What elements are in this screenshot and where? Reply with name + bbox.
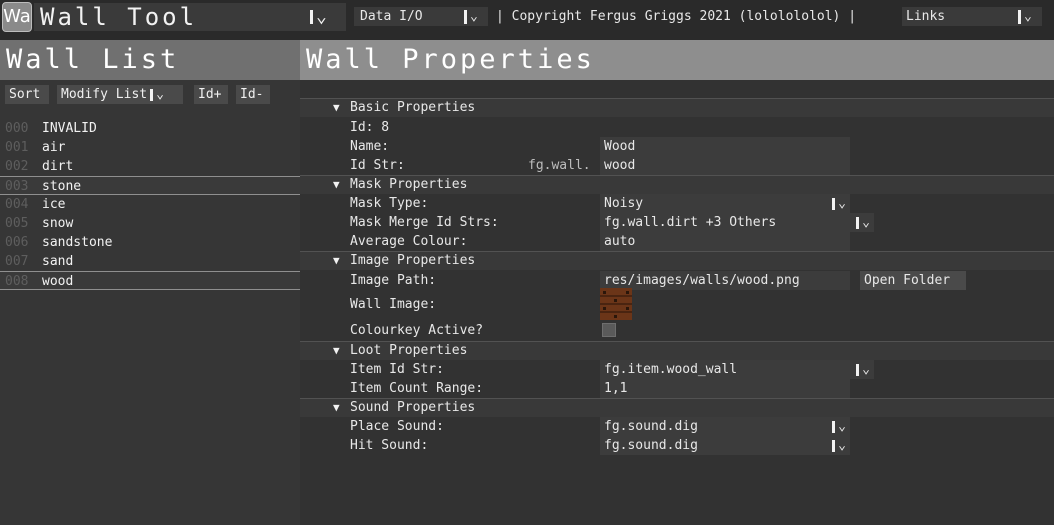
place-sound-label: Place Sound: [350, 419, 444, 434]
id-minus-button[interactable]: Id- [236, 85, 270, 104]
wall-list-item[interactable]: 003 stone [0, 176, 300, 195]
wall-id: 003 [5, 179, 29, 194]
item-count-range-field[interactable]: 1,1 [600, 379, 850, 398]
average-colour-label: Average Colour: [350, 234, 468, 249]
hit-sound-value: fg.sound.dig [604, 438, 698, 453]
wall-list-item[interactable]: 004 ice [0, 195, 300, 214]
item-id-str-label: Item Id Str: [350, 362, 444, 377]
wall-id: 000 [5, 121, 29, 136]
wall-image-preview [600, 288, 632, 320]
wall-list-item[interactable]: 001 air [0, 138, 300, 157]
section-label: Image Properties [350, 253, 476, 268]
image-path-label: Image Path: [350, 273, 437, 288]
hit-sound-label: Hit Sound: [350, 438, 429, 453]
chevron-down-icon[interactable]: ⌄ [464, 8, 478, 25]
mask-merge-select[interactable]: fg.wall.dirt +3 Others ⌄ [600, 213, 874, 232]
wall-name: INVALID [42, 121, 97, 136]
section-image-properties[interactable]: ▼ Image Properties [300, 251, 1054, 270]
id-plus-button[interactable]: Id+ [194, 85, 228, 104]
modify-list-label: Modify List [61, 87, 148, 102]
place-sound-value: fg.sound.dig [604, 419, 698, 434]
wall-list-item[interactable]: 007 sand [0, 252, 300, 271]
modify-list-combo[interactable]: Modify List ⌄ [57, 85, 183, 104]
wall-id: 004 [5, 197, 29, 212]
mask-merge-label: Mask Merge Id Strs: [350, 215, 499, 230]
id-str-field[interactable]: wood [600, 156, 850, 175]
chevron-down-icon: ▼ [333, 401, 340, 414]
wall-list-heading: Wall List [6, 44, 180, 75]
mask-type-label: Mask Type: [350, 196, 429, 211]
average-colour-field[interactable]: auto [600, 232, 850, 251]
wall-id: 005 [5, 216, 29, 231]
chevron-down-icon: ⌄ [156, 87, 164, 102]
open-folder-button[interactable]: Open Folder [860, 271, 966, 290]
item-id-str-select[interactable]: fg.item.wood_wall ⌄ [600, 360, 874, 379]
wall-name: sandstone [42, 235, 113, 250]
section-label: Sound Properties [350, 400, 476, 415]
wall-properties-heading: Wall Properties [306, 44, 595, 75]
wall-id: 006 [5, 235, 29, 250]
copyright-text: | Copyright Fergus Griggs 2021 (lolololo… [496, 9, 857, 24]
name-label: Name: [350, 139, 390, 154]
id-str-prefix: fg.wall. [528, 158, 591, 173]
id-label: Id: 8 [350, 120, 390, 135]
chevron-down-icon[interactable]: ⌄ [1018, 8, 1032, 25]
chevron-down-icon: ▼ [333, 101, 340, 114]
section-label: Loot Properties [350, 343, 468, 358]
wall-list-item[interactable]: 006 sandstone [0, 233, 300, 252]
chevron-down-icon: ▼ [333, 254, 340, 267]
wall-id: 002 [5, 159, 29, 174]
sort-button[interactable]: Sort [5, 85, 49, 104]
item-id-str-value: fg.item.wood_wall [604, 362, 738, 377]
wall-list-item[interactable]: 005 snow [0, 214, 300, 233]
section-mask-properties[interactable]: ▼ Mask Properties [300, 175, 1054, 194]
section-label: Basic Properties [350, 100, 476, 115]
wall-list-item[interactable]: 002 dirt [0, 157, 300, 176]
wall-name: dirt [42, 159, 74, 174]
chevron-down-icon: ⌄ [856, 360, 870, 379]
place-sound-select[interactable]: fg.sound.dig ⌄ [600, 417, 850, 436]
wall-id: 001 [5, 140, 29, 155]
chevron-down-icon: ⌄ [856, 213, 870, 232]
wall-name: wood [42, 274, 74, 289]
chevron-down-icon: ▼ [333, 178, 340, 191]
wall-name: snow [42, 216, 74, 231]
mask-type-value: Noisy [604, 196, 644, 211]
chevron-down-icon: ⌄ [832, 194, 846, 213]
tool-title: Wall Tool [40, 3, 198, 31]
colourkey-checkbox[interactable] [602, 323, 616, 337]
chevron-down-icon: ⌄ [832, 436, 846, 455]
wall-name: ice [42, 197, 66, 212]
wall-list-item[interactable]: 000 INVALID [0, 119, 300, 138]
app-icon: Wa [2, 2, 32, 32]
section-sound-properties[interactable]: ▼ Sound Properties [300, 398, 1054, 417]
links-label: Links [906, 9, 946, 24]
image-path-field[interactable]: res/images/walls/wood.png [600, 271, 850, 290]
wall-name: sand [42, 254, 74, 269]
wall-list-item-selected[interactable]: 008 wood [0, 271, 300, 290]
wall-name: stone [42, 179, 82, 194]
wall-image-label: Wall Image: [350, 297, 437, 312]
mask-merge-value: fg.wall.dirt +3 Others [604, 215, 777, 230]
chevron-down-icon[interactable]: ⌄ [310, 6, 327, 28]
wall-id: 008 [5, 274, 29, 289]
name-field[interactable]: Wood [600, 137, 850, 156]
chevron-down-icon: ⌄ [832, 417, 846, 436]
chevron-down-icon: ▼ [333, 344, 340, 357]
item-count-range-label: Item Count Range: [350, 381, 484, 396]
section-basic-properties[interactable]: ▼ Basic Properties [300, 98, 1054, 117]
id-str-label: Id Str: [350, 158, 405, 173]
section-loot-properties[interactable]: ▼ Loot Properties [300, 341, 1054, 360]
colourkey-label: Colourkey Active? [350, 323, 484, 338]
section-label: Mask Properties [350, 177, 468, 192]
hit-sound-select[interactable]: fg.sound.dig ⌄ [600, 436, 850, 455]
data-io-label: Data I/O [360, 9, 423, 24]
wall-id: 007 [5, 254, 29, 269]
wall-name: air [42, 140, 66, 155]
mask-type-select[interactable]: Noisy ⌄ [600, 194, 850, 213]
